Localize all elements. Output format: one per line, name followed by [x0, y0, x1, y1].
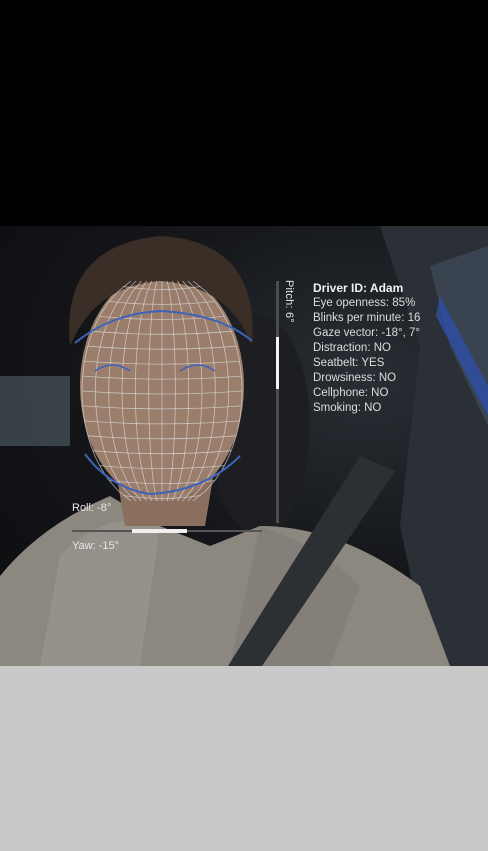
yaw-label: Yaw: -15°	[72, 540, 119, 552]
metric-eye-openness: Eye openness: 85%	[313, 297, 416, 309]
bottom-bar	[0, 666, 488, 851]
metric-seatbelt: Seatbelt: YES	[313, 357, 385, 369]
letterbox-top	[0, 0, 488, 226]
metric-blinks-per-minute: Blinks per minute: 16	[313, 312, 421, 324]
roll-label: Roll: -8°	[72, 502, 112, 514]
metric-gaze-vector: Gaze vector: -18°, 7°	[313, 327, 420, 339]
metric-smoking: Smoking: NO	[313, 402, 382, 414]
rear-window	[0, 376, 70, 446]
driver-camera-feed: Pitch: 6° Driver ID: Adam Eye openness: …	[0, 226, 488, 666]
pitch-slider	[276, 281, 279, 523]
pitch-indicator	[276, 337, 279, 389]
yaw-slider	[72, 529, 262, 533]
driver-id: Driver ID: Adam	[313, 281, 404, 295]
metric-cellphone: Cellphone: NO	[313, 387, 389, 399]
metric-drowsiness: Drowsiness: NO	[313, 372, 397, 384]
driver-info-panel: Driver ID: Adam Eye openness: 85% Blinks…	[313, 281, 483, 416]
metric-distraction: Distraction: NO	[313, 342, 391, 354]
pitch-label: Pitch: 6°	[283, 280, 295, 323]
yaw-indicator	[132, 529, 187, 533]
